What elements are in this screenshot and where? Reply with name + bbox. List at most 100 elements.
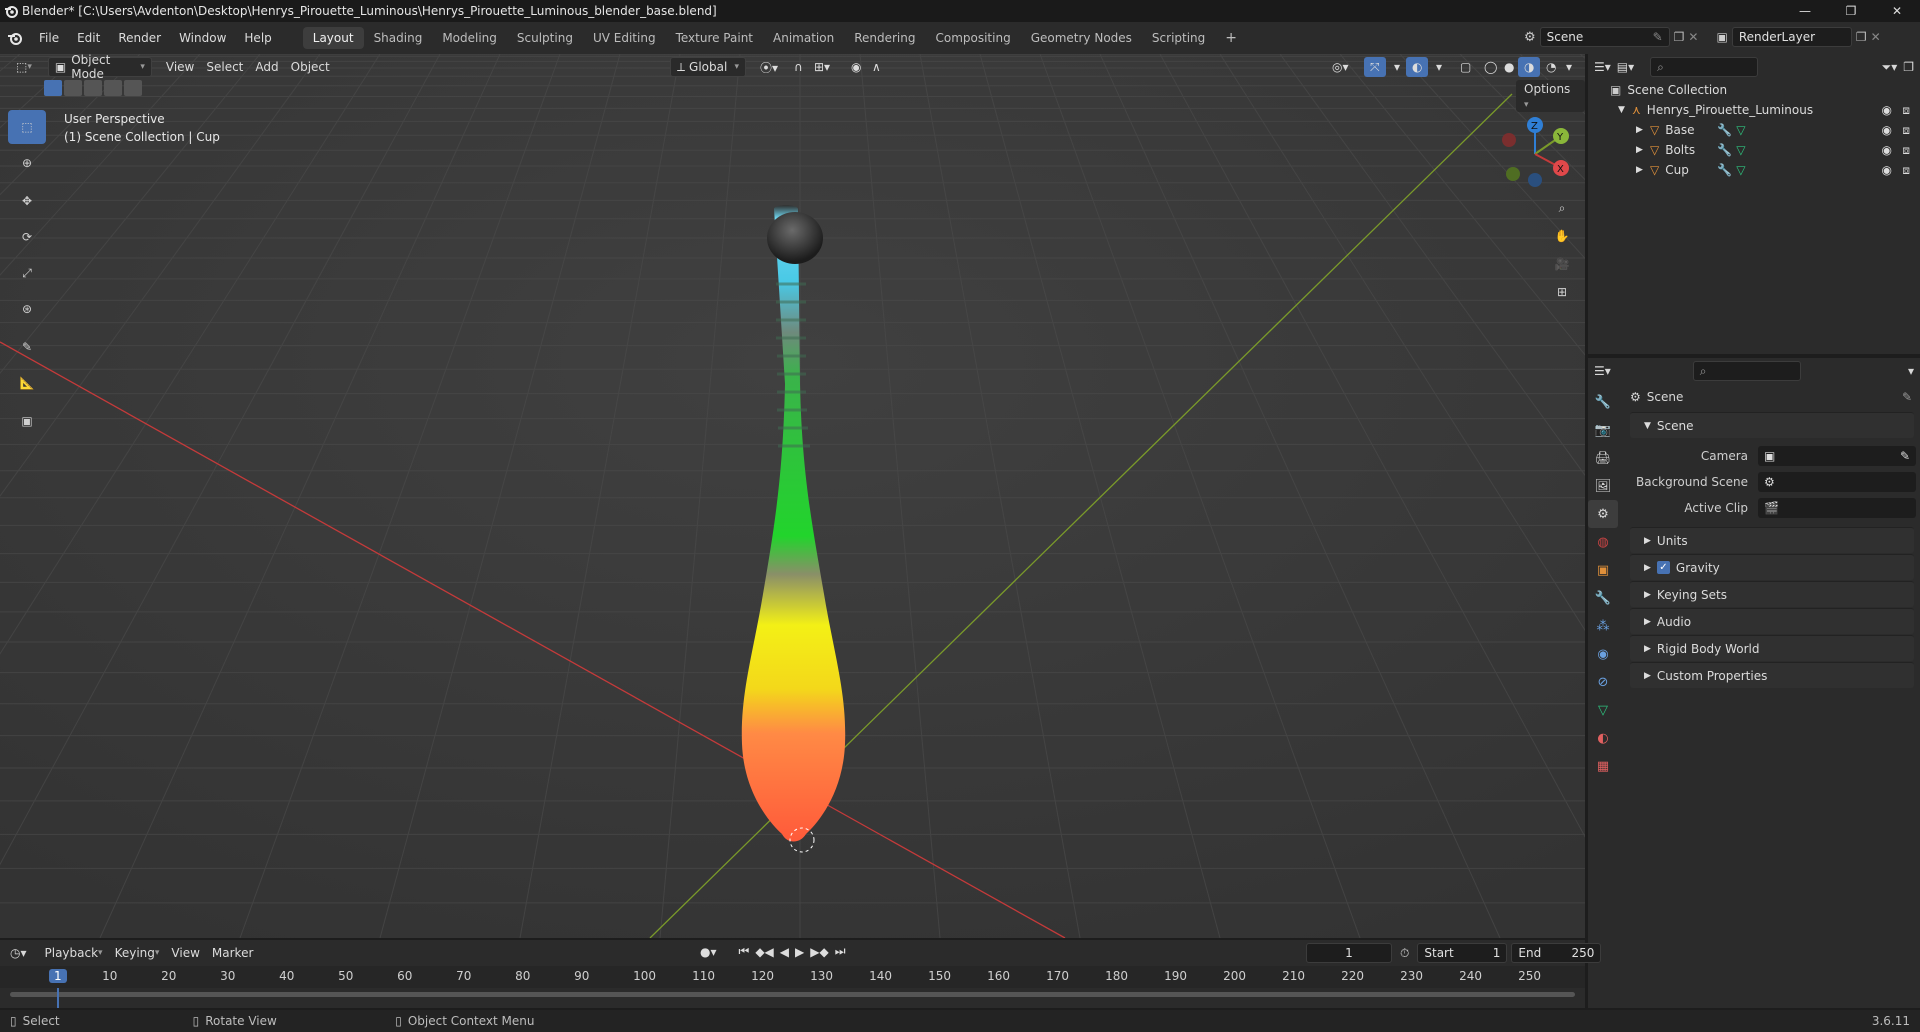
camera-render-icon[interactable]: ⧈	[1902, 143, 1910, 158]
panel-audio-header[interactable]: ▶ Audio	[1630, 608, 1914, 634]
delete-scene-icon[interactable]: ✕	[1688, 30, 1698, 44]
camera-render-icon[interactable]: ⧈	[1902, 103, 1910, 118]
outliner-item-bolts[interactable]: ▶ ▽ Bolts 🔧 ▽ ◉ ⧈	[1588, 140, 1920, 160]
wrench-modifier-icon[interactable]: 🔧	[1717, 123, 1732, 137]
pan-hand-icon[interactable]: ✋	[1548, 222, 1576, 250]
timeline-menu-view[interactable]: View	[165, 943, 205, 963]
background-scene-field[interactable]: ⚙	[1758, 472, 1916, 492]
eye-icon[interactable]: ◉	[1882, 163, 1892, 177]
select-intersect-icon[interactable]	[124, 80, 142, 96]
record-icon[interactable]: ●▾	[700, 945, 717, 959]
timeline-menu-playback[interactable]: Playback ▾	[39, 943, 109, 963]
viewport-menu-add[interactable]: Add	[249, 57, 284, 77]
pivot-point-icon[interactable]: ⦿▾	[754, 57, 784, 77]
stopwatch-icon[interactable]: ⏱	[1400, 946, 1409, 961]
disclosure-open-icon[interactable]: ▼	[1618, 105, 1632, 115]
3d-viewport[interactable]: ⬚ ▾ ▣ Object Mode ▾ View Select Add Objec…	[0, 54, 1585, 938]
blender-menu-icon[interactable]	[0, 30, 30, 46]
timeline-menu-marker[interactable]: Marker	[206, 943, 259, 963]
menu-help[interactable]: Help	[235, 31, 280, 45]
menu-edit[interactable]: Edit	[68, 31, 109, 45]
add-cube-tool[interactable]: ▣	[8, 404, 46, 438]
wrench-modifier-icon[interactable]: 🔧	[1717, 143, 1732, 157]
material-preview-shading-icon[interactable]: ◑	[1518, 57, 1541, 77]
scale-tool[interactable]: ⤢	[8, 256, 46, 290]
overlays-icon[interactable]: ◐	[1406, 57, 1429, 77]
view-layer-tab-icon[interactable]: 🖼	[1588, 472, 1618, 500]
select-new-icon[interactable]	[44, 80, 62, 96]
snap-icon[interactable]: ∩	[788, 57, 809, 77]
constraints-tab-icon[interactable]: ⊘	[1588, 668, 1618, 696]
workspace-tab-modeling[interactable]: Modeling	[432, 27, 507, 49]
gizmo-toggle-icon[interactable]: ⤧	[1364, 57, 1386, 77]
end-frame-input[interactable]: End 250	[1511, 943, 1602, 963]
select-extend-icon[interactable]	[64, 80, 82, 96]
eye-icon[interactable]: ◉	[1882, 123, 1892, 137]
outliner-item-base[interactable]: ▶ ▽ Base 🔧 ▽ ◉ ⧈	[1588, 120, 1920, 140]
playhead[interactable]	[57, 988, 59, 1008]
navigation-gizmo[interactable]: Z Y X	[1495, 114, 1575, 194]
outliner-search-input[interactable]: ⌕	[1650, 57, 1759, 77]
eye-icon[interactable]: ◉	[1882, 103, 1892, 117]
proportional-edit-icon[interactable]: ◉	[845, 57, 867, 77]
workspace-tab-scripting[interactable]: Scripting	[1142, 27, 1215, 49]
workspace-tab-shading[interactable]: Shading	[364, 27, 433, 49]
select-box-tool[interactable]: ⬚	[8, 110, 46, 144]
scene-icon[interactable]: ⚙	[1524, 30, 1536, 45]
chevron-down-icon[interactable]: ▾	[1908, 364, 1914, 378]
object-tab-icon[interactable]: ▣	[1588, 556, 1618, 584]
world-tab-icon[interactable]: ◍	[1588, 528, 1618, 556]
camera-render-icon[interactable]: ⧈	[1902, 163, 1910, 178]
material-tab-icon[interactable]: ◐	[1588, 724, 1618, 752]
viewport-menu-select[interactable]: Select	[200, 57, 249, 77]
menu-render[interactable]: Render	[109, 31, 170, 45]
zoom-icon[interactable]: ⌕	[1548, 194, 1576, 222]
transform-tool[interactable]: ⊛	[8, 292, 46, 326]
panel-custom-properties-header[interactable]: ▶ Custom Properties	[1630, 662, 1914, 688]
physics-tab-icon[interactable]: ◉	[1588, 640, 1618, 668]
rotate-tool[interactable]: ⟳	[8, 220, 46, 254]
eyedropper-icon[interactable]: ✎	[1900, 449, 1910, 463]
play-reverse-icon[interactable]: ◀	[780, 945, 789, 959]
workspace-tab-geometry-nodes[interactable]: Geometry Nodes	[1021, 27, 1142, 49]
timeline-editor-icon[interactable]: ◷▾	[10, 946, 27, 960]
scrollbar-thumb[interactable]	[10, 992, 1575, 997]
transform-orientation-dropdown[interactable]: ⟂ Global ▾	[670, 57, 746, 77]
workspace-tab-animation[interactable]: Animation	[763, 27, 844, 49]
frame-ruler[interactable]: 1 10 20 30 40 50 60 70 80 90 100 110 120 130 140 150 160…	[0, 966, 1585, 988]
mesh-data-icon[interactable]: ▽	[1736, 143, 1745, 157]
visibility-icon[interactable]: ◎▾	[1326, 57, 1355, 77]
texture-tab-icon[interactable]: ▦	[1588, 752, 1618, 780]
select-invert-icon[interactable]	[104, 80, 122, 96]
pin-icon[interactable]: ✎	[1902, 390, 1912, 404]
workspace-tab-rendering[interactable]: Rendering	[844, 27, 925, 49]
falloff-icon[interactable]: ∧	[866, 57, 887, 77]
editor-type-button[interactable]: ⬚ ▾	[10, 57, 38, 77]
tool-tab-icon[interactable]: 🔧	[1588, 388, 1618, 416]
outliner-item-cup[interactable]: ▶ ▽ Cup 🔧 ▽ ◉ ⧈	[1588, 160, 1920, 180]
eye-icon[interactable]: ◉	[1882, 143, 1892, 157]
xray-icon[interactable]: ▢	[1454, 57, 1477, 77]
panel-rigid-body-world-header[interactable]: ▶ Rigid Body World	[1630, 635, 1914, 661]
particles-tab-icon[interactable]: ⁂	[1588, 612, 1618, 640]
timeline-scrollbar[interactable]	[0, 988, 1585, 1000]
outliner-collection[interactable]: ▼ ⋏ Henrys_Pirouette_Luminous ◉ ⧈	[1588, 100, 1920, 120]
jump-start-icon[interactable]: ⏮	[739, 944, 750, 959]
panel-scene-header[interactable]: ▼ Scene	[1630, 412, 1914, 438]
view-layer-icon[interactable]: ▣	[1716, 30, 1727, 44]
workspace-tab-uv-editing[interactable]: UV Editing	[583, 27, 666, 49]
mesh-data-icon[interactable]: ▽	[1736, 163, 1745, 177]
new-collection-icon[interactable]: ❐	[1903, 60, 1914, 74]
workspace-tab-texture-paint[interactable]: Texture Paint	[666, 27, 763, 49]
prev-keyframe-icon[interactable]: ◆◀	[755, 945, 773, 959]
new-scene-icon[interactable]: ❐	[1674, 30, 1685, 44]
disclosure-closed-icon[interactable]: ▶	[1636, 125, 1650, 135]
start-frame-input[interactable]: Start 1	[1417, 943, 1508, 963]
active-clip-field[interactable]: 🎬	[1758, 498, 1916, 518]
output-tab-icon[interactable]: 🖨	[1588, 444, 1618, 472]
shading-dropdown-icon[interactable]: ▾	[1560, 57, 1578, 77]
minimize-button[interactable]: —	[1782, 0, 1828, 22]
properties-search-input[interactable]: ⌕	[1692, 361, 1801, 381]
move-tool[interactable]: ✥	[8, 184, 46, 218]
options-dropdown[interactable]: Options ▾	[1516, 80, 1585, 112]
